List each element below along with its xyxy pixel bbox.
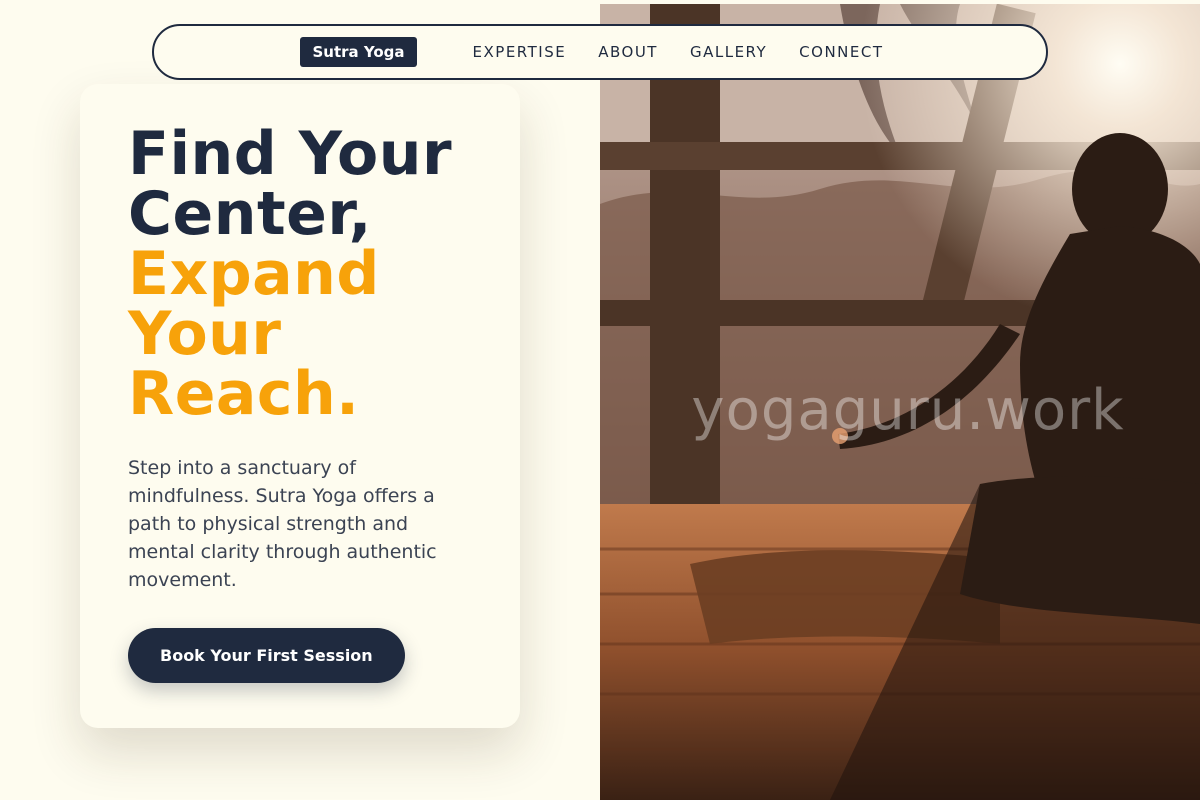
- nav-link-connect[interactable]: CONNECT: [799, 43, 883, 61]
- headline-accent-line: Expand: [128, 239, 380, 309]
- headline-accent-line: Your: [128, 299, 282, 369]
- page: yogaguru.work Sutra Yoga EXPERTISE ABOUT…: [0, 0, 1200, 800]
- headline-accent-line: Reach.: [128, 359, 360, 429]
- hero-photo: [600, 4, 1200, 800]
- meditation-scene-illustration: [600, 4, 1200, 800]
- nav-link-about[interactable]: ABOUT: [598, 43, 658, 61]
- top-navigation: Sutra Yoga EXPERTISE ABOUT GALLERY CONNE…: [152, 24, 1048, 80]
- nav-link-expertise[interactable]: EXPERTISE: [473, 43, 567, 61]
- headline-line: Find Your: [128, 119, 453, 189]
- headline-line: Center,: [128, 179, 372, 249]
- hero-description: Step into a sanctuary of mindfulness. Su…: [128, 457, 437, 591]
- hero-headline: Find Your Center, Expand Your Reach.: [128, 124, 472, 424]
- brand-logo-button[interactable]: Sutra Yoga: [300, 37, 417, 67]
- book-first-session-button[interactable]: Book Your First Session: [128, 628, 405, 683]
- hero-card: Find Your Center, Expand Your Reach. Ste…: [80, 84, 520, 728]
- nav-link-gallery[interactable]: GALLERY: [690, 43, 767, 61]
